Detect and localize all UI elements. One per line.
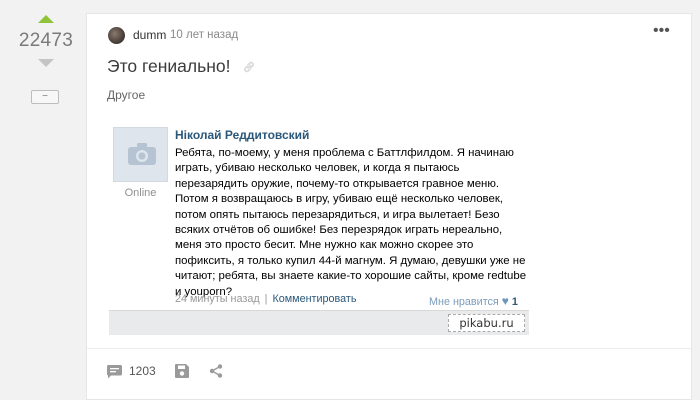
comment-time: 24 минуты назад [175,293,260,305]
vote-column: 22473 − [0,0,92,400]
profile-photo-placeholder [113,127,168,182]
downvote-icon[interactable] [38,59,54,67]
author-name[interactable]: dumm [133,28,166,42]
commenter-name: Ніколай Реддитовский [175,128,310,142]
meta-separator: | [264,293,268,305]
like-label: Мне нравится [429,296,499,308]
comment-text: Ребята, по-моему, у меня проблема с Батт… [175,147,527,298]
online-status: Online [124,187,157,199]
screenshot-bottom-bar: pikabu.ru [109,310,529,335]
like-count: 1 [511,296,518,308]
story-title[interactable]: Это гениально! [107,56,230,77]
post-time: 10 лет назад [170,29,239,41]
heart-icon: ♥ [501,294,509,308]
share-icon[interactable] [209,364,223,378]
reply-link: Комментировать [272,293,357,305]
more-options-button[interactable]: ••• [653,23,670,39]
camera-icon [128,143,156,165]
like-block: Мне нравится ♥ 1 [429,294,518,308]
footer-divider [87,348,691,349]
story-tag[interactable]: Другое [107,88,145,102]
comments-count: 1203 [129,364,156,378]
collapse-button[interactable]: − [31,90,59,104]
embedded-screenshot[interactable]: Online Ніколай Реддитовский Ребята, по-м… [109,119,529,335]
comment-meta: 24 минуты назад | Комментировать [175,293,357,305]
rating-counter: 22473 [18,30,74,51]
pikabu-watermark: pikabu.ru [448,314,525,332]
comment-icon [107,365,122,379]
save-icon[interactable] [175,364,189,378]
link-icon[interactable] [242,60,256,74]
avatar[interactable] [108,27,125,44]
story-card: dumm 10 лет назад ••• Это гениально! Дру… [86,13,692,400]
upvote-icon[interactable] [38,15,54,23]
